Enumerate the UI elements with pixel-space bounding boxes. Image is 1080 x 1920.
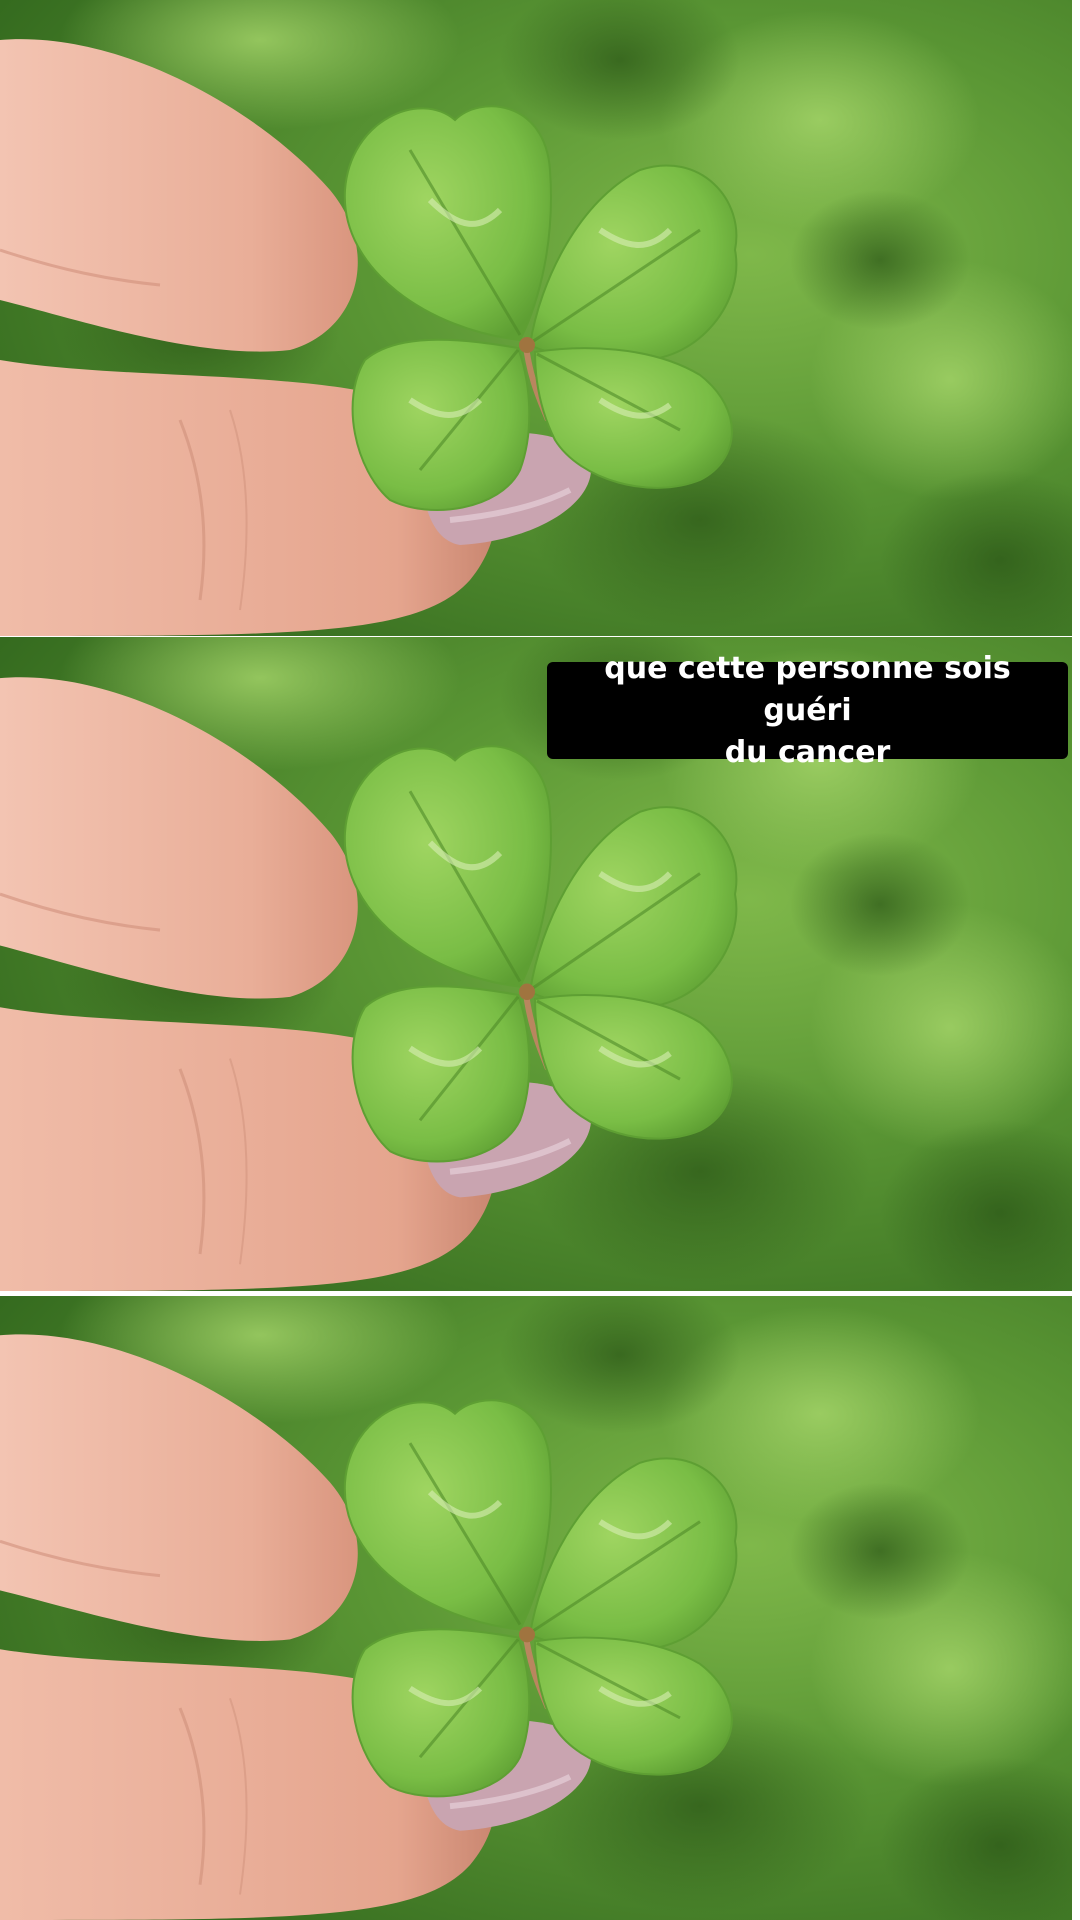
caption-text: que cette personne sois guéri du cancer (547, 651, 1068, 770)
photo-panel-1 (0, 0, 1072, 636)
clover-photo-3 (0, 1296, 1072, 1920)
clover-photo-1 (0, 0, 1072, 636)
photo-collage: que cette personne sois guéri du cancer (0, 0, 1080, 1920)
photo-panel-3 (0, 1296, 1072, 1920)
